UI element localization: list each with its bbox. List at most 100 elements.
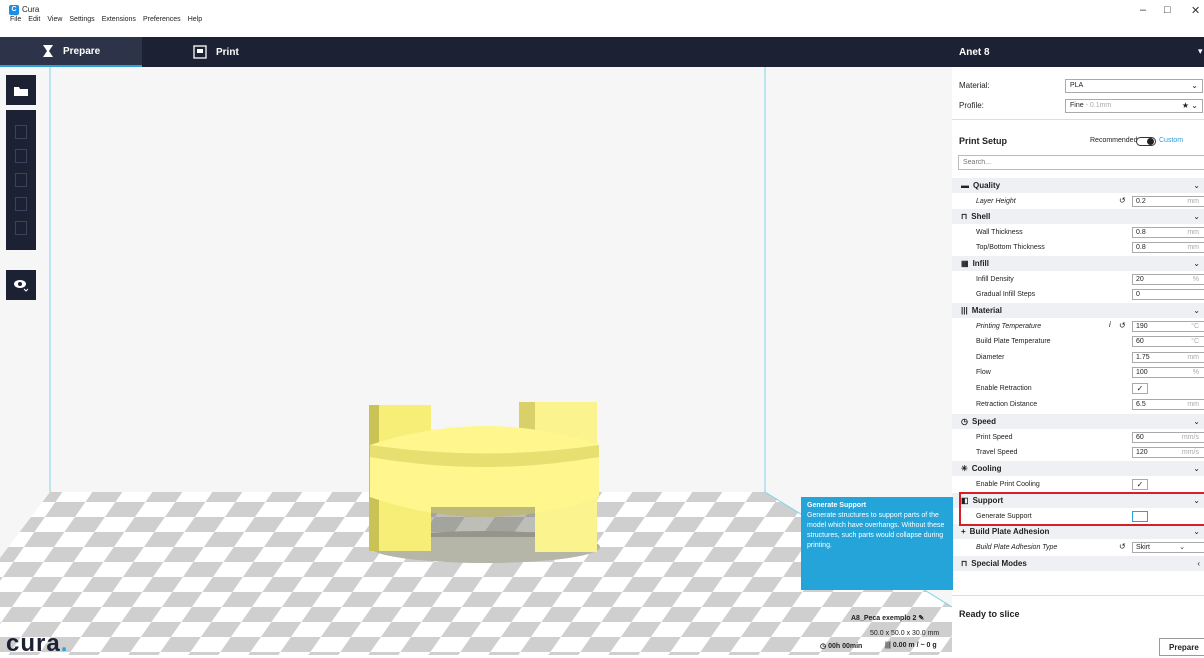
travel-speed-input[interactable]: 120 mm/s [1132,447,1204,458]
setting-label: Printing Temperature [976,323,1042,330]
setting-label: Flow [976,369,991,376]
top-bar: Prepare Print [0,37,1204,67]
topbottom-input[interactable]: 0.8 mm [1132,242,1204,253]
material-select[interactable]: PLA ⌄ [1065,79,1203,93]
menu-preferences[interactable]: Preferences [143,16,181,23]
category-cooling[interactable]: ✳ Cooling ⌄ [952,461,1204,476]
unit: mm [1187,401,1199,408]
retraction-distance-input[interactable]: 6.5 mm [1132,399,1204,410]
printer-name[interactable]: Anet 8 [959,47,990,58]
category-shell[interactable]: ⊓ Shell ⌄ [952,209,1204,224]
recommended-label[interactable]: Recommended [1090,137,1137,144]
shell-icon: ⊓ [961,212,968,221]
chevron-down-icon[interactable]: ▾ [1198,46,1203,57]
view-mode-button[interactable] [6,270,36,300]
info-icon[interactable]: i [1109,320,1111,329]
print-time: ◷ 00h 00min [820,642,862,650]
chevron-down-icon: ⌄ [1193,181,1200,190]
chevron-down-icon: ⌄ [1179,544,1185,551]
eye-icon [14,280,29,292]
chevron-down-icon: ⌄ [1193,306,1200,315]
logo-text: cura [6,630,61,657]
reset-icon[interactable]: ↺ [1119,196,1126,205]
plate-temp-input[interactable]: 60 °C [1132,336,1204,347]
open-file-button[interactable] [6,75,36,105]
model-object[interactable] [369,402,600,563]
menu-view[interactable]: View [47,16,62,23]
setting-layer-height: Layer Height ↺ 0.2 mm [952,194,1204,209]
folder-icon [14,86,28,96]
layer-height-input[interactable]: 0.2 mm [1132,196,1204,207]
profile-label: Profile: [959,101,984,110]
category-speed[interactable]: ◷ Speed ⌄ [952,414,1204,429]
unit: % [1192,276,1199,283]
print-temp-input[interactable]: 190 °C [1132,321,1204,332]
infill-density-input[interactable]: 20% [1132,274,1204,285]
wall-thickness-input[interactable]: 0.8 mm [1132,227,1204,238]
chevron-down-icon: ⌄ [1193,464,1200,473]
setting-value: 0.8 [1136,244,1146,251]
setting-label: Infill Density [976,276,1014,283]
prepare-button[interactable]: Prepare [1159,638,1204,656]
unit: mm [1187,198,1199,205]
menu-edit[interactable]: Edit [28,16,40,23]
category-quality[interactable]: ▬ Quality ⌄ [952,178,1204,193]
setting-label: Retraction Distance [976,401,1038,408]
setting-flow: Flow 100% [952,365,1204,380]
setting-value: 0.8 [1136,229,1146,236]
setting-value: 20 [1136,276,1144,283]
reset-icon[interactable]: ↺ [1119,321,1126,330]
chevron-down-icon: ⌄ [1193,527,1200,536]
rotate-tool-icon[interactable] [15,173,27,187]
reset-icon[interactable]: ↺ [1119,542,1126,551]
flow-input[interactable]: 100% [1132,367,1204,378]
setting-diameter: Diameter 1.75 mm [952,350,1204,365]
search-input[interactable] [958,155,1204,170]
category-infill[interactable]: ▦ Infill ⌄ [952,256,1204,271]
profile-hint: - 0.1mm [1085,102,1112,109]
menu-file[interactable]: File [10,16,21,23]
custom-label[interactable]: Custom [1159,137,1183,144]
chevron-down-icon: ⌄ [1191,81,1198,90]
mode-toggle[interactable] [1136,137,1156,146]
menu-extensions[interactable]: Extensions [102,16,136,23]
setting-value: 100 [1136,369,1148,376]
tab-print[interactable]: Print [190,37,239,67]
menu-settings[interactable]: Settings [69,16,94,23]
setting-value: 120 [1136,449,1148,456]
divider [952,595,1204,596]
scale-tool-icon[interactable] [15,149,27,163]
diameter-input[interactable]: 1.75 mm [1132,352,1204,363]
category-special-modes[interactable]: ⊓ Special Modes ‹ [952,556,1204,571]
mirror-tool-icon[interactable] [15,197,27,211]
tab-prepare[interactable]: Prepare [0,37,142,67]
close-button[interactable]: ✕ [1191,4,1200,17]
gradual-infill-input[interactable]: 0 [1132,289,1204,300]
special-modes-icon: ⊓ [961,559,968,568]
category-label: Cooling [971,464,1002,473]
infill-icon: ▦ [961,259,969,268]
minimize-button[interactable]: – [1140,4,1146,16]
move-tool-icon[interactable] [15,125,27,139]
profile-value: Fine [1070,102,1084,109]
object-name[interactable]: A8_Peca exemplo 2 ✎ [851,614,924,622]
setting-enable-cooling: Enable Print Cooling ✓ [952,477,1204,492]
setting-label: Enable Retraction [976,385,1032,392]
print-speed-input[interactable]: 60 mm/s [1132,432,1204,443]
profile-select[interactable]: Fine - 0.1mm ★ ⌄ [1065,99,1203,113]
unit: mm [1187,229,1199,236]
menu-help[interactable]: Help [188,16,202,23]
enable-cooling-checkbox[interactable]: ✓ [1132,479,1148,490]
maximize-button[interactable]: □ [1164,4,1171,16]
setting-value: 60 [1136,338,1144,345]
pencil-icon[interactable]: ✎ [918,615,924,622]
per-model-settings-icon[interactable] [15,221,27,235]
enable-retraction-checkbox[interactable]: ✓ [1132,383,1148,394]
adhesion-type-select[interactable]: Skirt ⌄ [1132,542,1204,553]
unit: mm/s [1181,434,1199,441]
material-value: PLA [1070,82,1084,89]
category-adhesion[interactable]: + Build Plate Adhesion ⌄ [952,524,1204,539]
setting-infill-density: Infill Density 20% [952,272,1204,287]
category-material[interactable]: ||| Material ⌄ [952,303,1204,318]
setting-wall-thickness: Wall Thickness 0.8 mm [952,225,1204,240]
